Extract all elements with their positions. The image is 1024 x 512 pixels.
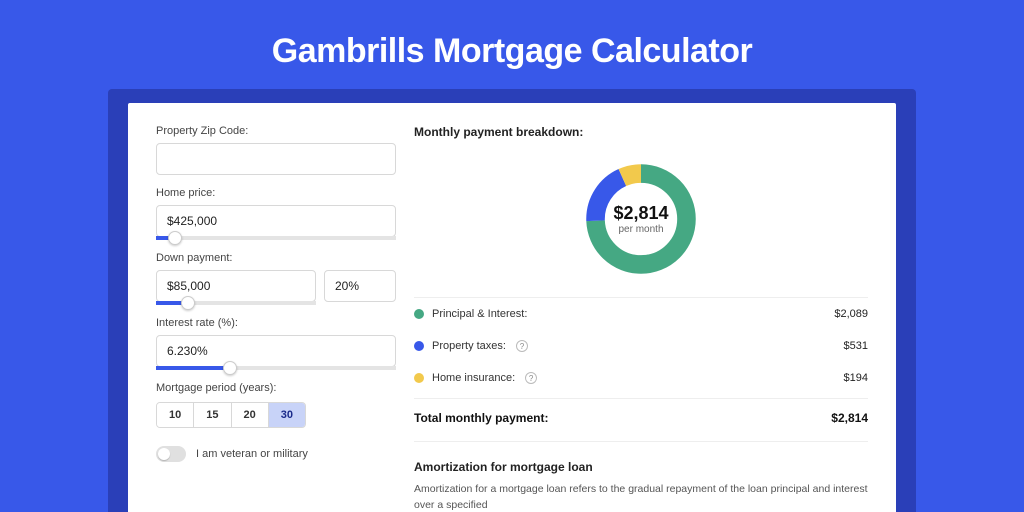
slider-thumb[interactable] bbox=[168, 231, 182, 245]
legend-label: Home insurance: bbox=[432, 372, 515, 384]
down-payment-pct-input[interactable] bbox=[324, 270, 396, 302]
interest-rate-input[interactable] bbox=[156, 335, 396, 367]
down-payment-slider[interactable] bbox=[156, 301, 316, 305]
donut-chart: $2,814 per month bbox=[581, 159, 701, 279]
legend-dot bbox=[414, 341, 424, 351]
amortization-text: Amortization for a mortgage loan refers … bbox=[414, 482, 868, 512]
veteran-label: I am veteran or military bbox=[196, 448, 308, 460]
amortization-title: Amortization for mortgage loan bbox=[414, 442, 868, 482]
zip-label: Property Zip Code: bbox=[156, 125, 396, 137]
mortgage-period-segmented: 10152030 bbox=[156, 402, 306, 428]
legend-row: Home insurance:? $194 bbox=[414, 362, 868, 394]
help-icon[interactable]: ? bbox=[525, 372, 537, 384]
period-option-20[interactable]: 20 bbox=[232, 403, 269, 427]
total-value: $2,814 bbox=[831, 411, 868, 425]
slider-thumb[interactable] bbox=[181, 296, 195, 310]
total-label: Total monthly payment: bbox=[414, 411, 548, 425]
breakdown-title: Monthly payment breakdown: bbox=[414, 125, 868, 155]
period-option-15[interactable]: 15 bbox=[194, 403, 231, 427]
inputs-column: Property Zip Code: Home price: Down paym… bbox=[156, 125, 396, 512]
home-price-slider[interactable] bbox=[156, 236, 396, 240]
legend-row: Property taxes:? $531 bbox=[414, 330, 868, 362]
legend-row: Principal & Interest: $2,089 bbox=[414, 298, 868, 330]
page-title: Gambrills Mortgage Calculator bbox=[0, 0, 1024, 89]
results-column: Monthly payment breakdown: $2,814 per mo… bbox=[414, 125, 868, 512]
legend-value: $531 bbox=[844, 340, 868, 352]
donut-chart-wrap: $2,814 per month bbox=[414, 155, 868, 297]
veteran-toggle[interactable] bbox=[156, 446, 186, 462]
home-price-input[interactable] bbox=[156, 205, 396, 237]
zip-input[interactable] bbox=[156, 143, 396, 175]
panel-wrapper: Property Zip Code: Home price: Down paym… bbox=[108, 89, 916, 512]
interest-rate-label: Interest rate (%): bbox=[156, 317, 396, 329]
period-option-30[interactable]: 30 bbox=[269, 403, 305, 427]
toggle-knob bbox=[158, 448, 170, 460]
legend-dot bbox=[414, 373, 424, 383]
legend-value: $194 bbox=[844, 372, 868, 384]
down-payment-label: Down payment: bbox=[156, 252, 396, 264]
legend-value: $2,089 bbox=[834, 308, 868, 320]
slider-thumb[interactable] bbox=[223, 361, 237, 375]
legend-dot bbox=[414, 309, 424, 319]
calculator-panel: Property Zip Code: Home price: Down paym… bbox=[128, 103, 896, 512]
interest-rate-slider[interactable] bbox=[156, 366, 396, 370]
help-icon[interactable]: ? bbox=[516, 340, 528, 352]
legend-label: Principal & Interest: bbox=[432, 308, 527, 320]
home-price-label: Home price: bbox=[156, 187, 396, 199]
donut-sub: per month bbox=[618, 224, 663, 235]
period-option-10[interactable]: 10 bbox=[157, 403, 194, 427]
mortgage-period-label: Mortgage period (years): bbox=[156, 382, 396, 394]
down-payment-amount-input[interactable] bbox=[156, 270, 316, 302]
legend-label: Property taxes: bbox=[432, 340, 506, 352]
donut-value: $2,814 bbox=[613, 203, 668, 224]
